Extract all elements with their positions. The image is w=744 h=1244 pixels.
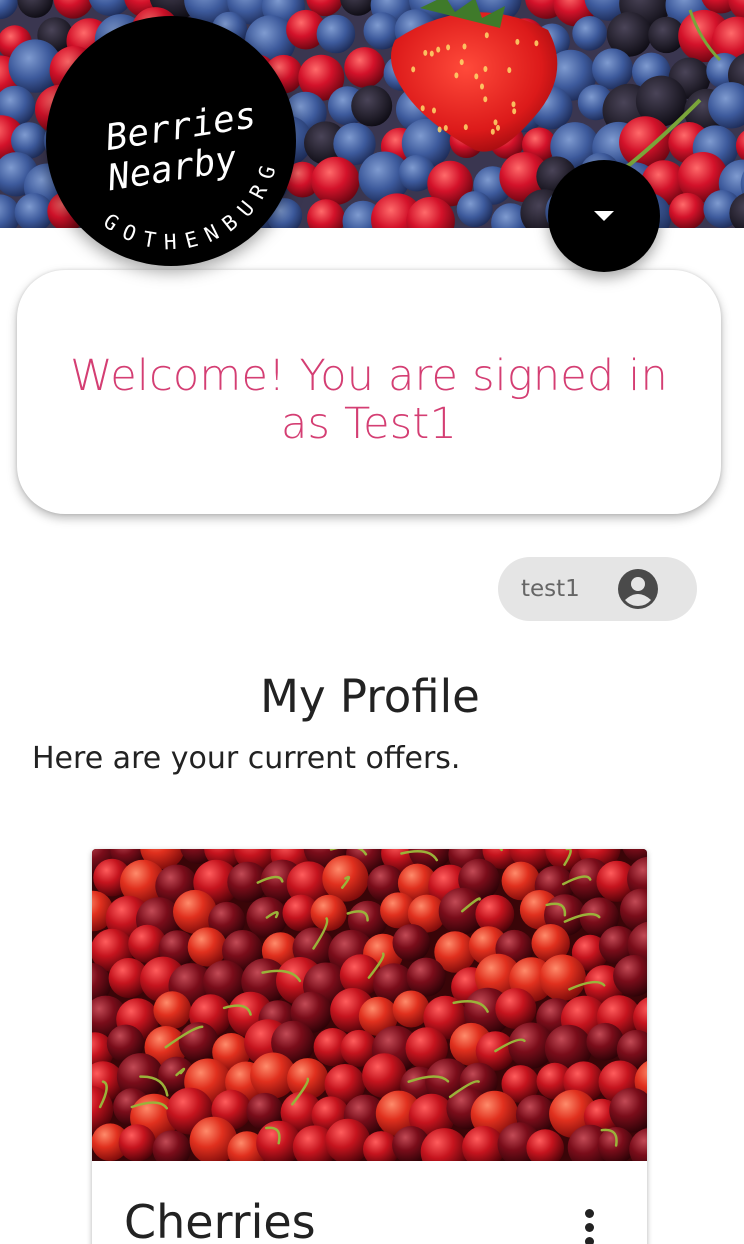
offer-photo	[92, 849, 647, 1161]
page: GOTHENBURG Berries Nearby Welcome! You a…	[0, 0, 744, 1244]
user-account-chip[interactable]: test1	[498, 557, 697, 621]
berries-nearby-logo[interactable]: GOTHENBURG Berries Nearby	[46, 16, 296, 266]
welcome-card: Welcome! You are signed in as Test1	[17, 270, 721, 514]
caret-down-icon	[594, 211, 614, 221]
offer-card[interactable]: Cherries	[92, 849, 647, 1244]
menu-dropdown-button[interactable]	[548, 160, 660, 272]
welcome-message: Welcome! You are signed in as Test1	[70, 351, 668, 449]
page-title: My Profile	[260, 670, 480, 723]
page-subtitle: Here are your current offers.	[32, 741, 461, 776]
username-label: test1	[521, 576, 580, 602]
account-circle-icon	[618, 569, 658, 609]
more-vert-icon[interactable]	[576, 1205, 604, 1244]
offer-title: Cherries	[124, 1195, 316, 1244]
